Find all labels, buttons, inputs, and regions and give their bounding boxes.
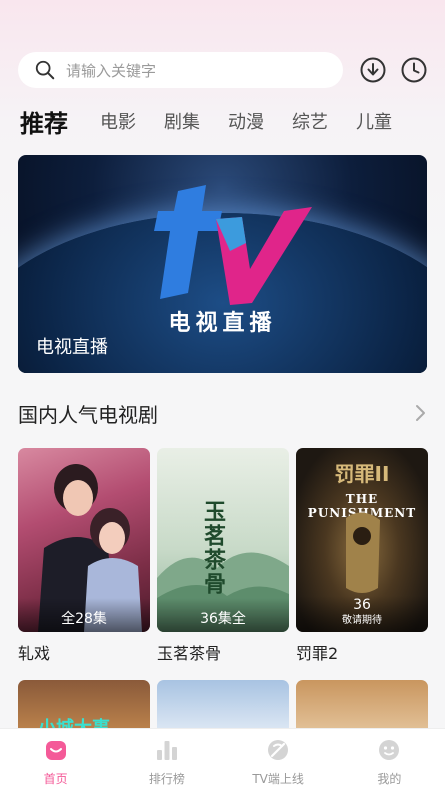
section-title: 国内人气电视剧: [18, 402, 158, 427]
tab-anime[interactable]: 动漫: [228, 108, 264, 134]
tabbar-label: 我的: [377, 772, 402, 786]
tabbar-ranking[interactable]: 排行榜: [111, 729, 222, 792]
download-icon[interactable]: [360, 57, 386, 83]
home-icon: [45, 741, 66, 760]
tab-movies[interactable]: 电影: [100, 108, 136, 134]
search-icon: [35, 60, 55, 80]
tabbar-label: TV端上线: [252, 772, 304, 786]
drama-list: 全28集 轧戏 玉茗茶骨 36集全 玉茗茶骨 罚罪II THE PUNISHME…: [18, 448, 428, 664]
drama-title: 玉茗茶骨: [157, 644, 222, 663]
bottom-tab-bar: 首页 排行榜 TV端上线 我的: [0, 728, 445, 792]
tv-icon: [268, 740, 289, 760]
category-tabs: 推荐 电影 剧集 动漫 综艺 儿童: [20, 104, 445, 138]
tab-kids[interactable]: 儿童: [356, 108, 392, 134]
tabbar-home[interactable]: 首页: [0, 729, 111, 792]
tabbar-label: 首页: [43, 772, 68, 786]
chevron-right-icon[interactable]: [413, 404, 427, 422]
tab-variety[interactable]: 综艺: [292, 108, 328, 134]
search-row: 请输入关键字: [18, 52, 429, 88]
tabbar-profile[interactable]: 我的: [334, 729, 445, 792]
episode-count: 全28集: [18, 598, 150, 632]
drama-card[interactable]: 全28集 轧戏: [18, 448, 150, 664]
banner-caption: 电视直播: [36, 337, 108, 358]
episode-count: 36 敬请期待: [296, 596, 428, 632]
tabbar-tv[interactable]: TV端上线: [223, 729, 334, 792]
tab-recommend[interactable]: 推荐: [20, 104, 68, 138]
drama-title: 罚罪2: [296, 644, 339, 663]
search-placeholder: 请输入关键字: [66, 61, 157, 80]
ranking-icon: [156, 741, 177, 760]
drama-title: 轧戏: [18, 644, 51, 663]
live-tv-banner[interactable]: 电视直播 电视直播: [18, 155, 427, 373]
profile-icon: [379, 740, 400, 760]
drama-card[interactable]: 罚罪II THE PUNISHMENT 36 敬请期待 罚罪2: [296, 448, 428, 664]
drama-card[interactable]: 玉茗茶骨 36集全 玉茗茶骨: [157, 448, 289, 664]
tv-logo-icon: [154, 185, 312, 305]
tabbar-label: 排行榜: [148, 772, 185, 786]
tab-series[interactable]: 剧集: [164, 108, 200, 134]
search-input[interactable]: 请输入关键字: [18, 52, 343, 88]
poster-image: 全28集: [18, 448, 150, 632]
poster-title-text: 玉茗茶骨: [200, 500, 226, 596]
poster-image: 罚罪II THE PUNISHMENT 36 敬请期待: [296, 448, 428, 632]
episode-count: 36集全: [157, 598, 289, 632]
poster-image: 玉茗茶骨 36集全: [157, 448, 289, 632]
section-header[interactable]: 国内人气电视剧: [18, 398, 427, 428]
history-icon[interactable]: [401, 57, 427, 83]
